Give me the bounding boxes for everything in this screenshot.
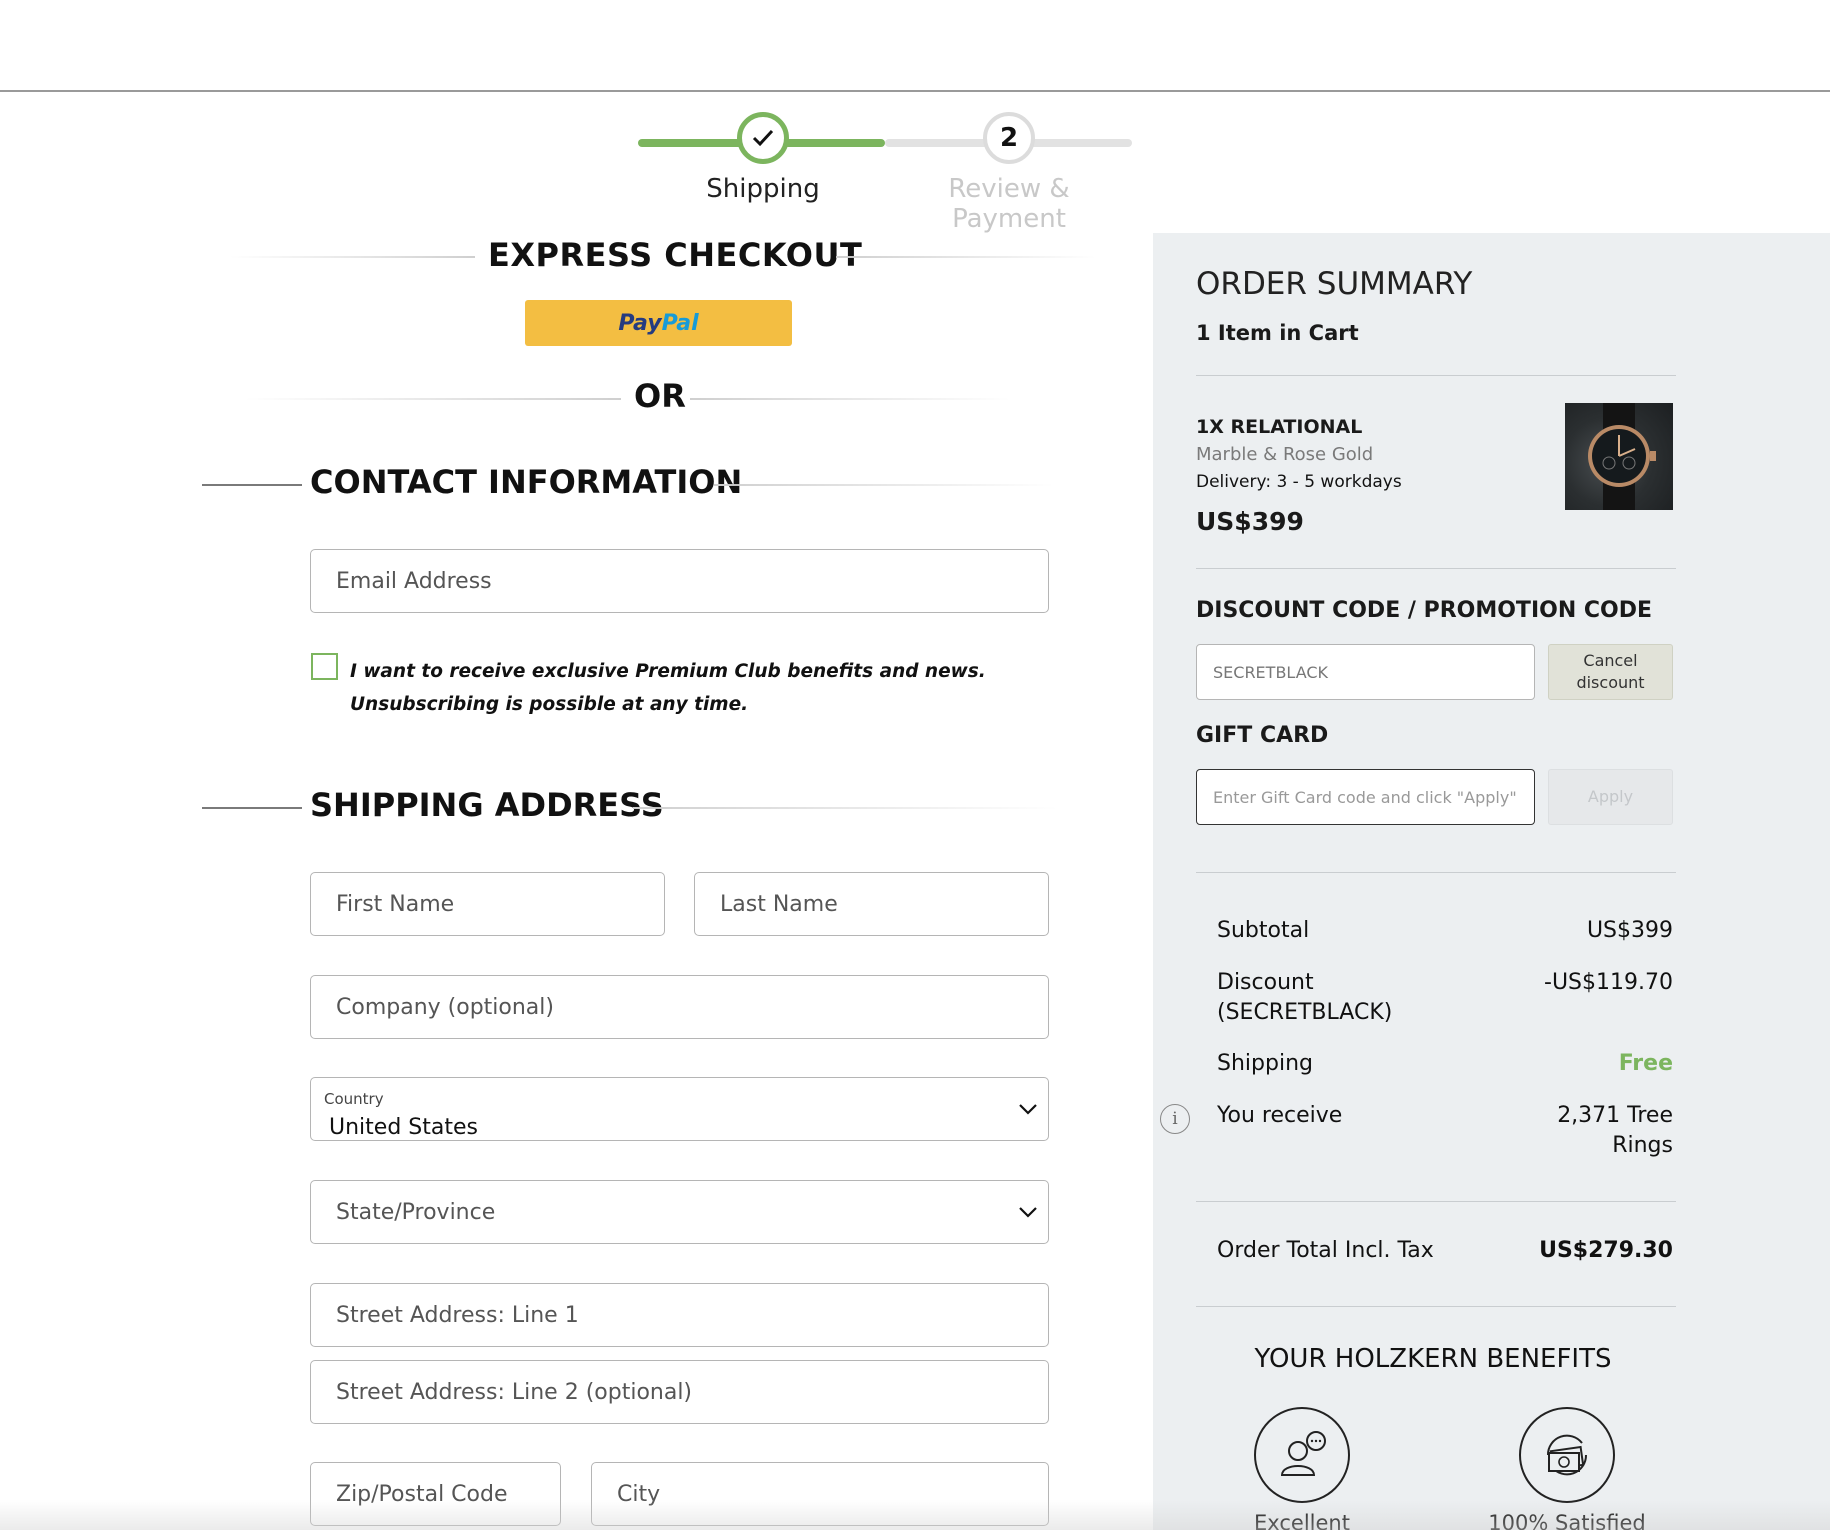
newsletter-consent-text: I want to receive exclusive Premium Club… (350, 655, 986, 721)
order-summary-panel: ORDER SUMMARY 1 Item in Cart 1X RELATION… (1153, 233, 1830, 1530)
divider-line (714, 484, 1054, 486)
watch-illustration (1588, 403, 1656, 510)
divider-line (1196, 872, 1676, 873)
shipping-label: Shipping (1217, 1051, 1313, 1076)
company-field[interactable]: Company (optional) (310, 975, 1049, 1039)
divider-line (245, 398, 621, 400)
city-field[interactable]: City (591, 1462, 1049, 1526)
subtotal-value: US$399 (1586, 918, 1673, 943)
divider-line (1196, 1306, 1676, 1307)
street-line2-placeholder: Street Address: Line 2 (optional) (336, 1379, 693, 1405)
paypal-button[interactable]: Pay Pal (525, 300, 792, 346)
paypal-logo-text: Pal (661, 310, 699, 336)
zip-field[interactable]: Zip/Postal Code (310, 1462, 561, 1526)
shipping-address-heading: SHIPPING ADDRESS (310, 786, 664, 824)
checkmark-icon (752, 129, 774, 147)
city-placeholder: City (617, 1481, 661, 1507)
apply-button-label: Apply (1587, 787, 1634, 806)
rewards-value-line: 2,371 Tree (1557, 1103, 1673, 1128)
street-line1-field[interactable]: Street Address: Line 1 (310, 1283, 1049, 1347)
first-name-placeholder: First Name (336, 891, 455, 917)
discount-label-line: (SECRETBLACK) (1217, 1000, 1393, 1025)
gift-card-heading: GIFT CARD (1196, 723, 1329, 748)
customer-service-icon (1254, 1407, 1350, 1503)
country-value: United States (329, 1115, 478, 1140)
discount-code-heading: DISCOUNT CODE / PROMOTION CODE (1196, 598, 1653, 623)
cancel-button-label: discount (1576, 673, 1645, 692)
product-image (1565, 403, 1673, 510)
divider-line (690, 398, 1010, 400)
company-placeholder: Company (optional) (336, 994, 554, 1020)
item-price: US$399 (1196, 507, 1304, 536)
email-placeholder: Email Address (336, 568, 492, 594)
discount-label-line: Discount (1217, 970, 1314, 995)
step-shipping-label[interactable]: Shipping (643, 174, 883, 204)
newsletter-checkbox[interactable] (311, 653, 338, 680)
apply-gift-card-button[interactable]: Apply (1548, 769, 1673, 825)
subtotal-label: Subtotal (1217, 918, 1310, 943)
item-variant: Marble & Rose Gold (1196, 444, 1374, 465)
last-name-field[interactable]: Last Name (694, 872, 1049, 936)
cancel-button-label: Cancel (1583, 651, 1638, 670)
item-delivery: Delivery: 3 - 5 workdays (1196, 472, 1402, 492)
consent-line: I want to receive exclusive Premium Club… (350, 661, 986, 682)
rewards-value-line: Rings (1612, 1133, 1673, 1158)
cart-item-count: 1 Item in Cart (1196, 321, 1359, 345)
order-total-label: Order Total Incl. Tax (1217, 1238, 1434, 1263)
top-header-bar (0, 0, 1830, 92)
step-review-indicator[interactable]: 2 (983, 112, 1035, 164)
zip-placeholder: Zip/Postal Code (336, 1481, 508, 1507)
consent-line: Unsubscribing is possible at any time. (350, 694, 749, 715)
contact-information-heading: CONTACT INFORMATION (310, 463, 743, 501)
gift-card-placeholder: Enter Gift Card code and click "Apply" (1213, 787, 1517, 807)
gift-card-input[interactable]: Enter Gift Card code and click "Apply" (1196, 769, 1535, 825)
checkout-stepper: 2 Shipping Review & Payment (638, 112, 1132, 234)
street-line1-placeholder: Street Address: Line 1 (336, 1302, 579, 1328)
chevron-down-icon (1019, 1104, 1037, 1115)
benefit-label: Excellent (1254, 1511, 1350, 1530)
state-placeholder: State/Province (336, 1199, 496, 1225)
order-summary-title: ORDER SUMMARY (1196, 266, 1473, 302)
discount-code-input[interactable]: SECRETBLACK (1196, 644, 1535, 700)
last-name-placeholder: Last Name (720, 891, 838, 917)
divider-line (633, 807, 1058, 809)
shipping-value: Free (1618, 1051, 1673, 1076)
discount-code-value: SECRETBLACK (1213, 662, 1329, 682)
paypal-logo-text: Pay (618, 310, 662, 336)
first-name-field[interactable]: First Name (310, 872, 665, 936)
express-checkout-heading: EXPRESS CHECKOUT (488, 236, 863, 274)
country-select[interactable]: Country United States (310, 1077, 1049, 1141)
divider-line (202, 484, 302, 486)
divider-line (1196, 568, 1676, 569)
rewards-label: You receive (1217, 1103, 1343, 1128)
order-total-value: US$279.30 (1539, 1238, 1673, 1263)
benefit-label: 100% Satisfied (1488, 1511, 1646, 1530)
state-select[interactable]: State/Province (310, 1180, 1049, 1244)
step-shipping-indicator[interactable] (737, 112, 789, 164)
rewards-value: 2,371 Tree Rings (1557, 1101, 1673, 1161)
discount-label: Discount (SECRETBLACK) (1217, 968, 1392, 1028)
divider-line (202, 807, 302, 809)
info-icon[interactable]: i (1160, 1104, 1190, 1134)
step-review-label[interactable]: Review & Payment (889, 174, 1129, 234)
street-line2-field[interactable]: Street Address: Line 2 (optional) (310, 1360, 1049, 1424)
divider-line (1196, 1201, 1676, 1202)
discount-amount: -US$119.70 (1544, 970, 1673, 995)
or-separator: OR (634, 377, 686, 415)
benefits-heading: YOUR HOLZKERN BENEFITS (1254, 1344, 1612, 1374)
divider-line (836, 256, 1096, 258)
cancel-discount-button[interactable]: Cancel discount (1548, 644, 1673, 700)
chevron-down-icon (1019, 1207, 1037, 1218)
item-name: 1X RELATIONAL (1196, 416, 1363, 438)
money-back-icon (1519, 1407, 1615, 1503)
email-field[interactable]: Email Address (310, 549, 1049, 613)
divider-line (230, 256, 475, 258)
step-number: 2 (999, 123, 1019, 153)
divider-line (1196, 375, 1676, 376)
country-label: Country (324, 1090, 384, 1108)
